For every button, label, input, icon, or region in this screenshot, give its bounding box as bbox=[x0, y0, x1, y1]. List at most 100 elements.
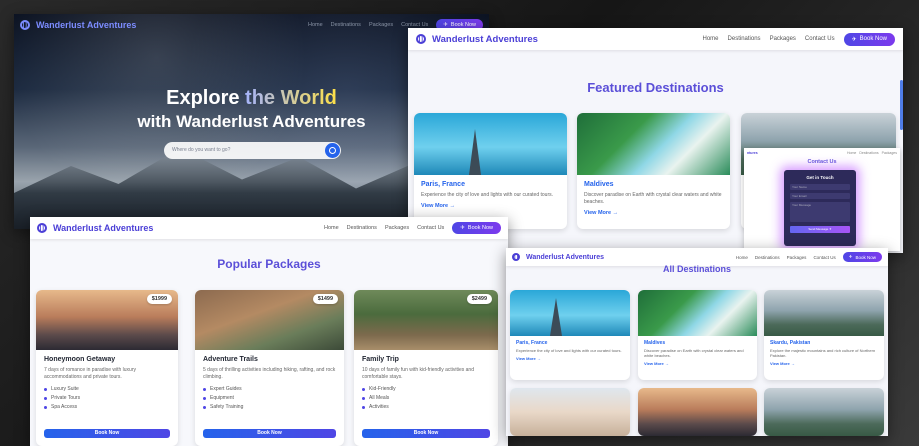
brand[interactable]: Wanderlust Adventures bbox=[20, 20, 136, 30]
globe-icon bbox=[20, 20, 30, 30]
price-badge: $2499 bbox=[466, 294, 492, 304]
destination-card[interactable]: Maldives Discover paradise on Earth with… bbox=[638, 290, 757, 380]
destination-card[interactable]: Paris, France Experience the city of lov… bbox=[510, 290, 630, 380]
feature-item: Safety Training bbox=[203, 404, 336, 410]
destination-card[interactable]: Maldives Discover paradise on Earth with… bbox=[577, 113, 730, 229]
nav-links: Home Destinations Packages Contact Us ✈ … bbox=[324, 222, 501, 234]
hero-search-input[interactable]: Where do you want to go? bbox=[172, 147, 230, 153]
view-more-link[interactable]: View More → bbox=[770, 361, 878, 366]
card-title: Paris, France bbox=[421, 181, 465, 188]
all-destinations-heading: All Destinations bbox=[662, 264, 731, 274]
bullet-icon bbox=[44, 405, 47, 409]
nav-home[interactable]: Home bbox=[324, 225, 339, 231]
feature-item: All Meals bbox=[362, 395, 490, 401]
card-description: Experience the city of love and lights w… bbox=[421, 192, 554, 198]
bullet-icon bbox=[44, 396, 47, 400]
feature-item: Expert Guides bbox=[203, 386, 336, 392]
send-message-button[interactable]: Send Message ✈ bbox=[790, 226, 850, 233]
package-book-button[interactable]: Book Now bbox=[203, 429, 336, 438]
paris-image bbox=[414, 113, 567, 175]
nav-destinations[interactable]: Destinations bbox=[728, 36, 761, 42]
destination-card[interactable]: Paris, France Experience the city of lov… bbox=[414, 113, 567, 229]
destination-card[interactable] bbox=[510, 388, 630, 436]
nav-contact[interactable]: Contact Us bbox=[805, 36, 835, 42]
contact-form: Get in Touch Your Name Your Email Your M… bbox=[784, 170, 856, 246]
feature-item: Kid-Friendly bbox=[362, 386, 490, 392]
maldives-image bbox=[638, 290, 757, 336]
feature-item: Luxury Suite bbox=[44, 386, 170, 392]
nav-destinations[interactable]: Destinations bbox=[347, 225, 377, 231]
all-destinations-window: Wanderlust Adventures Home Destinations … bbox=[506, 248, 888, 436]
packages-window: Wanderlust Adventures Home Destinations … bbox=[30, 217, 508, 446]
name-field[interactable]: Your Name bbox=[790, 184, 850, 190]
nav-home[interactable]: Home bbox=[703, 36, 719, 42]
brand[interactable]: Wanderlust Adventures bbox=[416, 34, 538, 45]
package-title: Honeymoon Getaway bbox=[44, 356, 116, 363]
nav-home[interactable]: Home bbox=[308, 22, 323, 28]
nav-packages[interactable]: Packages bbox=[770, 36, 796, 42]
nav-packages[interactable]: Packages bbox=[787, 255, 807, 260]
book-now-button[interactable]: ✈ Book Now bbox=[452, 222, 501, 234]
eiffel-tower-shape bbox=[550, 298, 562, 336]
bullet-icon bbox=[203, 405, 206, 409]
package-description: 7 days of romance in paradise with luxur… bbox=[44, 367, 136, 380]
scroll-indicator[interactable] bbox=[900, 80, 903, 130]
destination-card[interactable] bbox=[638, 388, 757, 436]
book-now-button[interactable]: ✈ Book Now bbox=[842, 252, 882, 262]
nav-packages[interactable]: Packages bbox=[369, 22, 393, 28]
mini-nav-packages[interactable]: Packages bbox=[882, 151, 897, 155]
brand[interactable]: Wanderlust Adventures bbox=[37, 223, 153, 233]
package-description: 10 days of family fun with kid-friendly … bbox=[362, 367, 474, 380]
destination-card[interactable] bbox=[764, 388, 884, 436]
brand-name: Wanderlust Adventures bbox=[526, 253, 605, 261]
search-button[interactable] bbox=[325, 143, 340, 158]
brand[interactable]: Wanderlust Adventures bbox=[512, 253, 604, 261]
card-description: Discover paradise on Earth with crystal … bbox=[644, 348, 744, 358]
nav-home[interactable]: Home bbox=[736, 255, 748, 260]
price-badge: $1499 bbox=[312, 294, 338, 304]
view-more-link[interactable]: View More → bbox=[516, 356, 624, 361]
hero-search-bar[interactable]: Where do you want to go? bbox=[164, 142, 341, 159]
nav-links: Home Destinations Packages Contact Us ✈ … bbox=[703, 32, 895, 46]
form-title: Get in Touch bbox=[806, 175, 834, 180]
nav-contact[interactable]: Contact Us bbox=[417, 225, 444, 231]
bullet-icon bbox=[362, 405, 365, 409]
message-field[interactable]: Your Message bbox=[790, 202, 850, 222]
email-field[interactable]: Your Email bbox=[790, 193, 850, 199]
book-now-button[interactable]: ✈ Book Now bbox=[843, 32, 895, 46]
nav-contact[interactable]: Contact Us bbox=[813, 255, 835, 260]
nav-links: Home Destinations Packages Contact Us ✈ … bbox=[736, 252, 882, 262]
package-card[interactable]: $1999 Honeymoon Getaway 7 days of romanc… bbox=[36, 290, 178, 446]
featured-navbar: Wanderlust Adventures Home Destinations … bbox=[408, 28, 903, 50]
globe-icon bbox=[37, 223, 47, 233]
plane-icon: ✈ bbox=[848, 254, 853, 259]
package-description: 5 days of thrilling activities including… bbox=[203, 367, 336, 380]
package-book-button[interactable]: Book Now bbox=[362, 429, 490, 438]
package-card[interactable]: $1499 Adventure Trails 5 days of thrilli… bbox=[195, 290, 344, 446]
feature-item: Spa Access bbox=[44, 404, 170, 410]
package-book-button[interactable]: Book Now bbox=[44, 429, 170, 438]
view-more-link[interactable]: View More → bbox=[584, 210, 723, 216]
mini-nav-destinations[interactable]: Destinations bbox=[859, 151, 878, 155]
plane-icon: ✈ bbox=[851, 36, 857, 43]
destination-image bbox=[510, 388, 630, 436]
view-more-link[interactable]: View More → bbox=[644, 361, 751, 366]
book-now-label: Book Now bbox=[467, 225, 493, 231]
bullet-icon bbox=[203, 396, 206, 400]
package-card[interactable]: $2499 Family Trip 10 days of family fun … bbox=[354, 290, 498, 446]
mini-brand: ntures bbox=[747, 150, 758, 155]
mini-nav-home[interactable]: Home bbox=[847, 151, 856, 155]
destination-card[interactable]: Skardu, Pakistan Explore the majestic mo… bbox=[764, 290, 884, 380]
view-more-link[interactable]: View More → bbox=[421, 203, 560, 209]
bullet-icon bbox=[362, 387, 365, 391]
nav-packages[interactable]: Packages bbox=[385, 225, 409, 231]
package-title: Family Trip bbox=[362, 356, 399, 363]
package-title: Adventure Trails bbox=[203, 356, 258, 363]
feature-item: Equipment bbox=[203, 395, 336, 401]
packages-heading: Popular Packages bbox=[217, 257, 321, 271]
nav-destinations[interactable]: Destinations bbox=[755, 255, 780, 260]
featured-heading: Featured Destinations bbox=[587, 80, 724, 95]
destination-image bbox=[764, 388, 884, 436]
family-image: $2499 bbox=[354, 290, 498, 350]
nav-destinations[interactable]: Destinations bbox=[331, 22, 361, 28]
